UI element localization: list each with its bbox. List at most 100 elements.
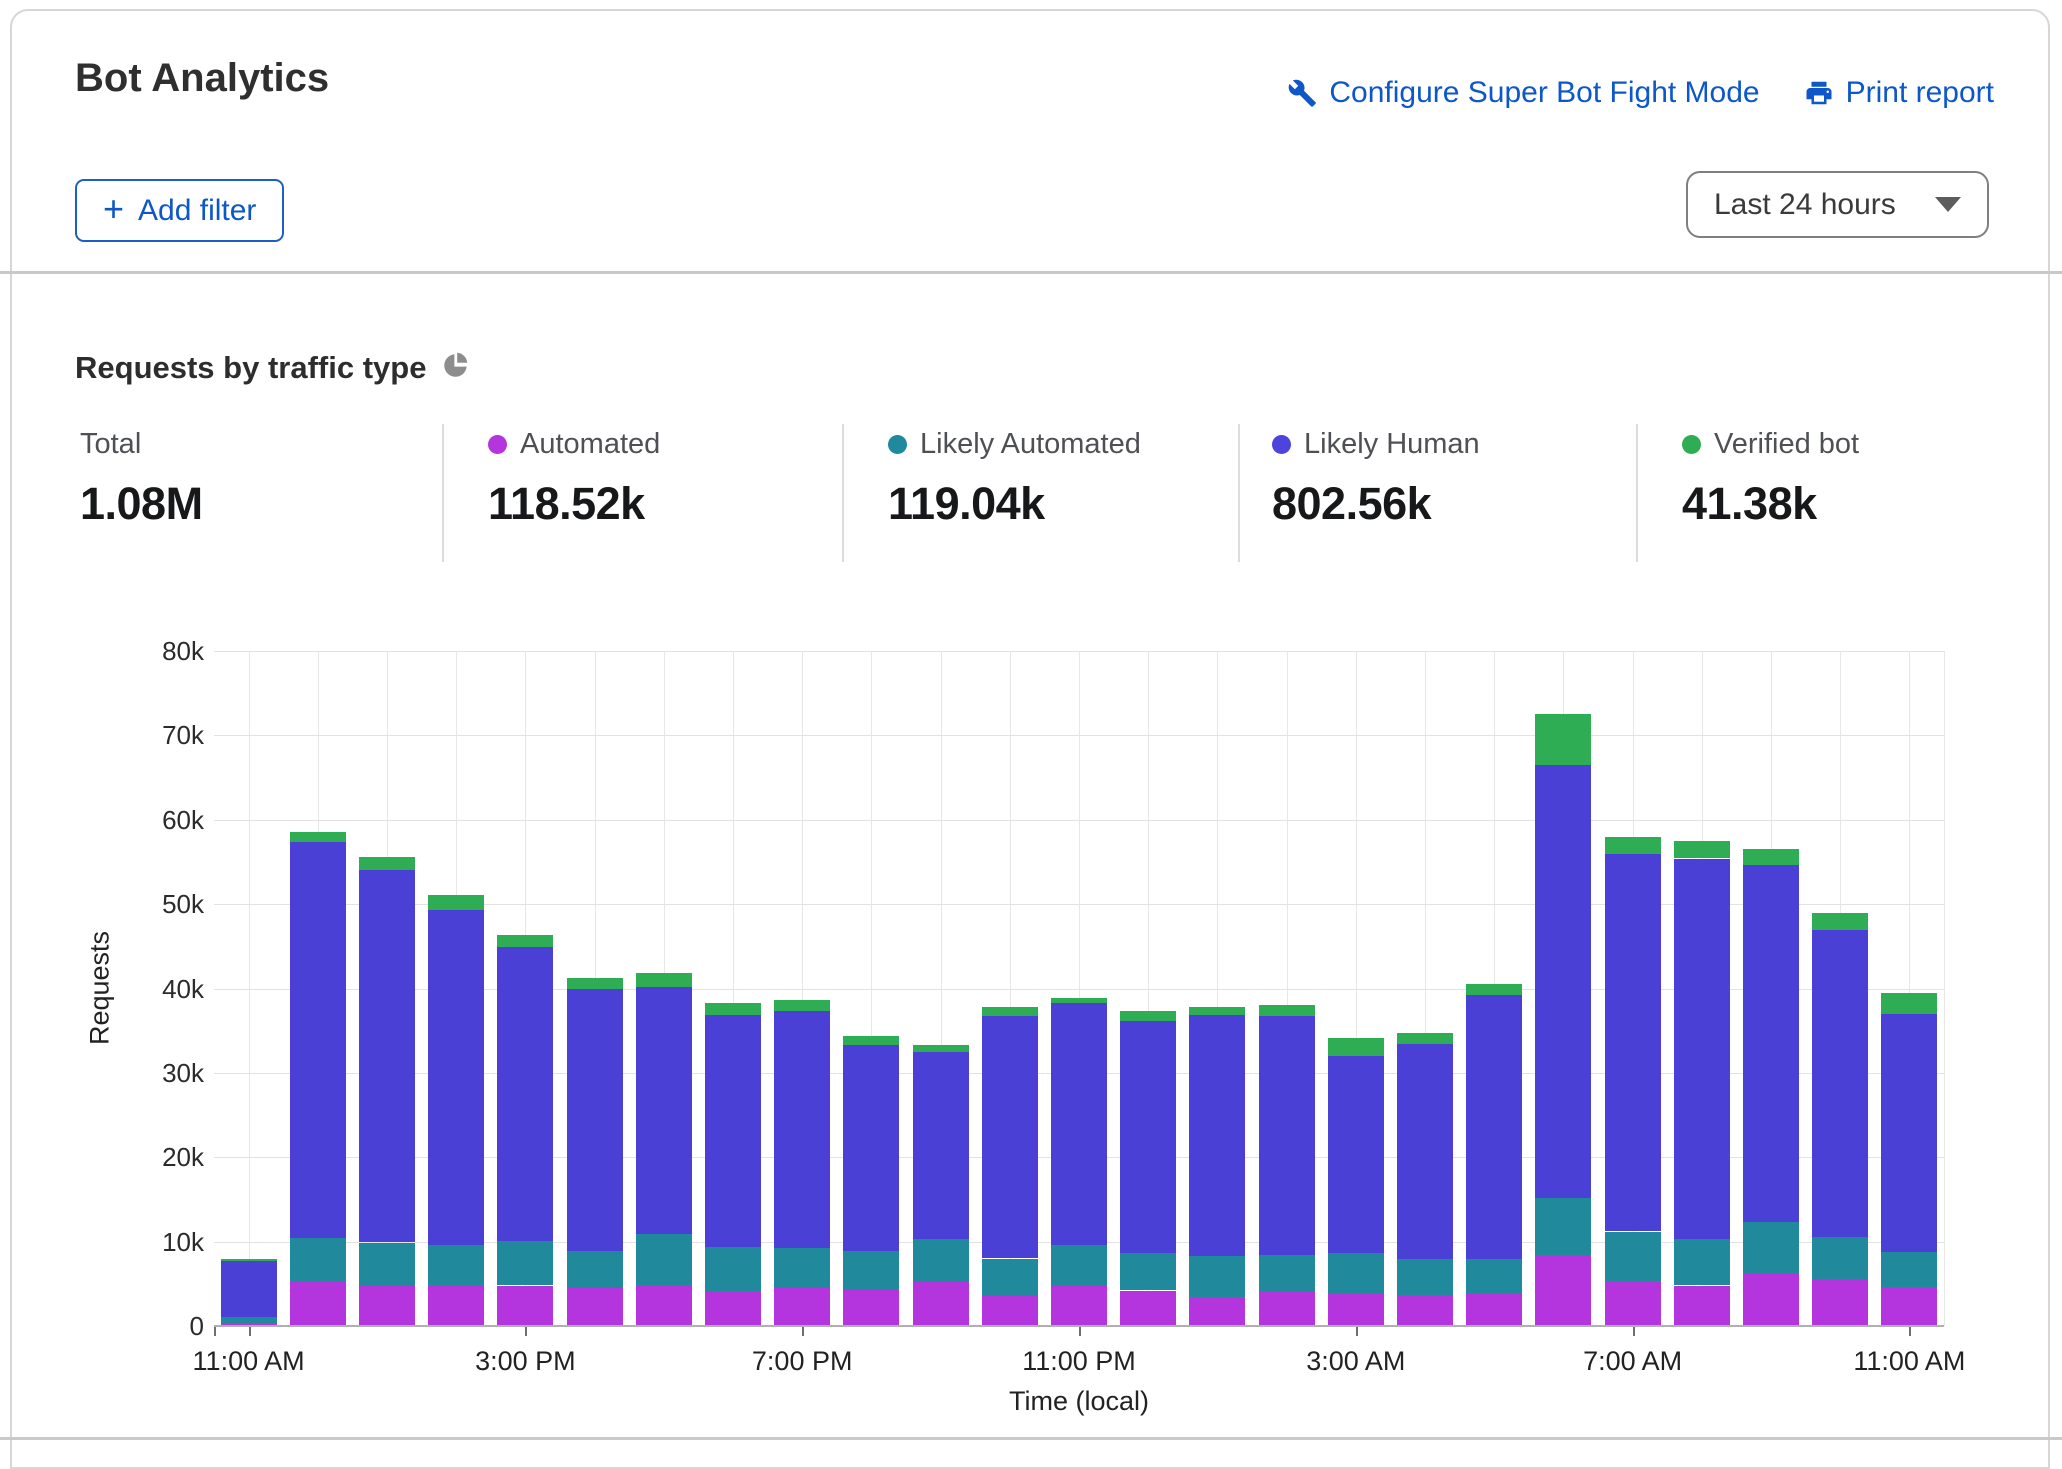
bar-segment-likely-human[interactable]	[1259, 1016, 1315, 1255]
bar-segment-verified-bot[interactable]	[982, 1007, 1038, 1016]
bar-segment-verified-bot[interactable]	[290, 832, 346, 842]
bar-segment-likely-automated[interactable]	[913, 1239, 969, 1282]
bar-segment-verified-bot[interactable]	[1328, 1038, 1384, 1056]
bar-segment-automated[interactable]	[913, 1282, 969, 1326]
bar-segment-automated[interactable]	[774, 1288, 830, 1326]
bar-segment-verified-bot[interactable]	[1535, 714, 1591, 765]
bar-segment-automated[interactable]	[497, 1286, 553, 1327]
bar-segment-likely-human[interactable]	[1466, 995, 1522, 1258]
bar-segment-automated[interactable]	[1120, 1291, 1176, 1326]
bar-segment-likely-automated[interactable]	[774, 1248, 830, 1288]
bar-segment-likely-automated[interactable]	[1466, 1259, 1522, 1294]
bar-segment-likely-automated[interactable]	[982, 1259, 1038, 1296]
bar-segment-likely-human[interactable]	[221, 1261, 277, 1317]
bar-segment-likely-automated[interactable]	[1051, 1245, 1107, 1286]
bar-segment-likely-automated[interactable]	[636, 1234, 692, 1285]
bar-segment-likely-human[interactable]	[428, 910, 484, 1245]
bar-segment-verified-bot[interactable]	[913, 1045, 969, 1052]
bar-segment-verified-bot[interactable]	[1051, 998, 1107, 1003]
bar-segment-likely-automated[interactable]	[428, 1245, 484, 1286]
bar-segment-likely-human[interactable]	[705, 1015, 761, 1247]
bar-segment-automated[interactable]	[1605, 1281, 1661, 1326]
bar-segment-verified-bot[interactable]	[705, 1003, 761, 1015]
bar-segment-likely-automated[interactable]	[1743, 1222, 1799, 1273]
bar-segment-likely-human[interactable]	[1328, 1056, 1384, 1253]
x-axis-tick	[1079, 1327, 1081, 1336]
bar-segment-automated[interactable]	[1881, 1287, 1937, 1326]
bar-segment-likely-automated[interactable]	[705, 1247, 761, 1291]
bar-segment-automated[interactable]	[1051, 1286, 1107, 1326]
bar-segment-verified-bot[interactable]	[497, 935, 553, 948]
bar-segment-automated[interactable]	[1743, 1273, 1799, 1326]
bar-segment-automated[interactable]	[1812, 1279, 1868, 1326]
bar-segment-likely-human[interactable]	[359, 870, 415, 1243]
bar-segment-likely-automated[interactable]	[1397, 1259, 1453, 1294]
bar-segment-verified-bot[interactable]	[1120, 1011, 1176, 1020]
bar-segment-automated[interactable]	[359, 1286, 415, 1326]
bar-segment-verified-bot[interactable]	[1397, 1033, 1453, 1044]
bar-segment-likely-automated[interactable]	[1674, 1239, 1730, 1285]
bar-segment-likely-human[interactable]	[843, 1045, 899, 1251]
bar-segment-likely-automated[interactable]	[1328, 1253, 1384, 1294]
bar-segment-verified-bot[interactable]	[1881, 993, 1937, 1014]
bar-segment-likely-human[interactable]	[1743, 865, 1799, 1222]
bar-segment-likely-automated[interactable]	[1605, 1232, 1661, 1282]
bar-segment-verified-bot[interactable]	[567, 978, 623, 989]
bar-segment-likely-human[interactable]	[1397, 1044, 1453, 1259]
bar-segment-verified-bot[interactable]	[1605, 837, 1661, 855]
bar-segment-likely-automated[interactable]	[1881, 1252, 1937, 1287]
bar-segment-verified-bot[interactable]	[221, 1259, 277, 1262]
bar-segment-verified-bot[interactable]	[774, 1000, 830, 1011]
bar-segment-likely-automated[interactable]	[1189, 1256, 1245, 1297]
bar-segment-likely-human[interactable]	[913, 1052, 969, 1239]
bar-segment-likely-human[interactable]	[497, 947, 553, 1241]
bar-segment-automated[interactable]	[705, 1291, 761, 1326]
bar-segment-likely-automated[interactable]	[1812, 1237, 1868, 1279]
bar-segment-likely-automated[interactable]	[1535, 1198, 1591, 1255]
bar-segment-likely-automated[interactable]	[1120, 1253, 1176, 1290]
bar-segment-likely-human[interactable]	[774, 1011, 830, 1248]
bar-segment-automated[interactable]	[428, 1286, 484, 1326]
bar-segment-verified-bot[interactable]	[636, 973, 692, 987]
bar-segment-verified-bot[interactable]	[1674, 841, 1730, 859]
bar-segment-verified-bot[interactable]	[1189, 1007, 1245, 1015]
bar-segment-likely-automated[interactable]	[497, 1241, 553, 1286]
bar-segment-likely-automated[interactable]	[359, 1243, 415, 1287]
bar-segment-likely-human[interactable]	[1605, 854, 1661, 1231]
bar-segment-automated[interactable]	[1397, 1295, 1453, 1326]
bar-segment-likely-automated[interactable]	[1259, 1255, 1315, 1292]
bar-segment-automated[interactable]	[290, 1281, 346, 1326]
bar-segment-likely-human[interactable]	[1051, 1003, 1107, 1245]
bar-segment-verified-bot[interactable]	[359, 857, 415, 870]
bar-segment-verified-bot[interactable]	[1812, 913, 1868, 931]
bar-segment-automated[interactable]	[982, 1296, 1038, 1326]
bar-segment-likely-human[interactable]	[1881, 1014, 1937, 1252]
bar-segment-automated[interactable]	[1466, 1293, 1522, 1326]
bar-segment-automated[interactable]	[1674, 1286, 1730, 1327]
bar-segment-automated[interactable]	[636, 1285, 692, 1326]
bar-segment-likely-human[interactable]	[982, 1016, 1038, 1258]
bar-segment-automated[interactable]	[1189, 1297, 1245, 1327]
bar-segment-automated[interactable]	[1259, 1292, 1315, 1326]
bar-segment-likely-human[interactable]	[1812, 930, 1868, 1236]
bar-segment-likely-human[interactable]	[290, 842, 346, 1239]
bar-segment-verified-bot[interactable]	[428, 895, 484, 910]
bar-segment-verified-bot[interactable]	[843, 1036, 899, 1045]
bar-segment-automated[interactable]	[567, 1288, 623, 1326]
bar-segment-automated[interactable]	[1535, 1255, 1591, 1326]
bar-segment-likely-human[interactable]	[567, 989, 623, 1251]
bar-segment-likely-automated[interactable]	[843, 1251, 899, 1290]
bar-segment-automated[interactable]	[843, 1290, 899, 1326]
bar-segment-likely-human[interactable]	[1535, 765, 1591, 1198]
bar-segment-likely-human[interactable]	[1120, 1021, 1176, 1254]
bar-segment-likely-automated[interactable]	[221, 1317, 277, 1323]
bar-segment-likely-human[interactable]	[1189, 1015, 1245, 1256]
bar-segment-verified-bot[interactable]	[1743, 849, 1799, 865]
bar-segment-verified-bot[interactable]	[1466, 984, 1522, 995]
bar-segment-likely-automated[interactable]	[567, 1251, 623, 1288]
bar-segment-verified-bot[interactable]	[1259, 1005, 1315, 1016]
bar-segment-likely-human[interactable]	[1674, 859, 1730, 1240]
bar-segment-likely-human[interactable]	[636, 987, 692, 1234]
bar-segment-automated[interactable]	[1328, 1293, 1384, 1326]
bar-segment-likely-automated[interactable]	[290, 1238, 346, 1281]
